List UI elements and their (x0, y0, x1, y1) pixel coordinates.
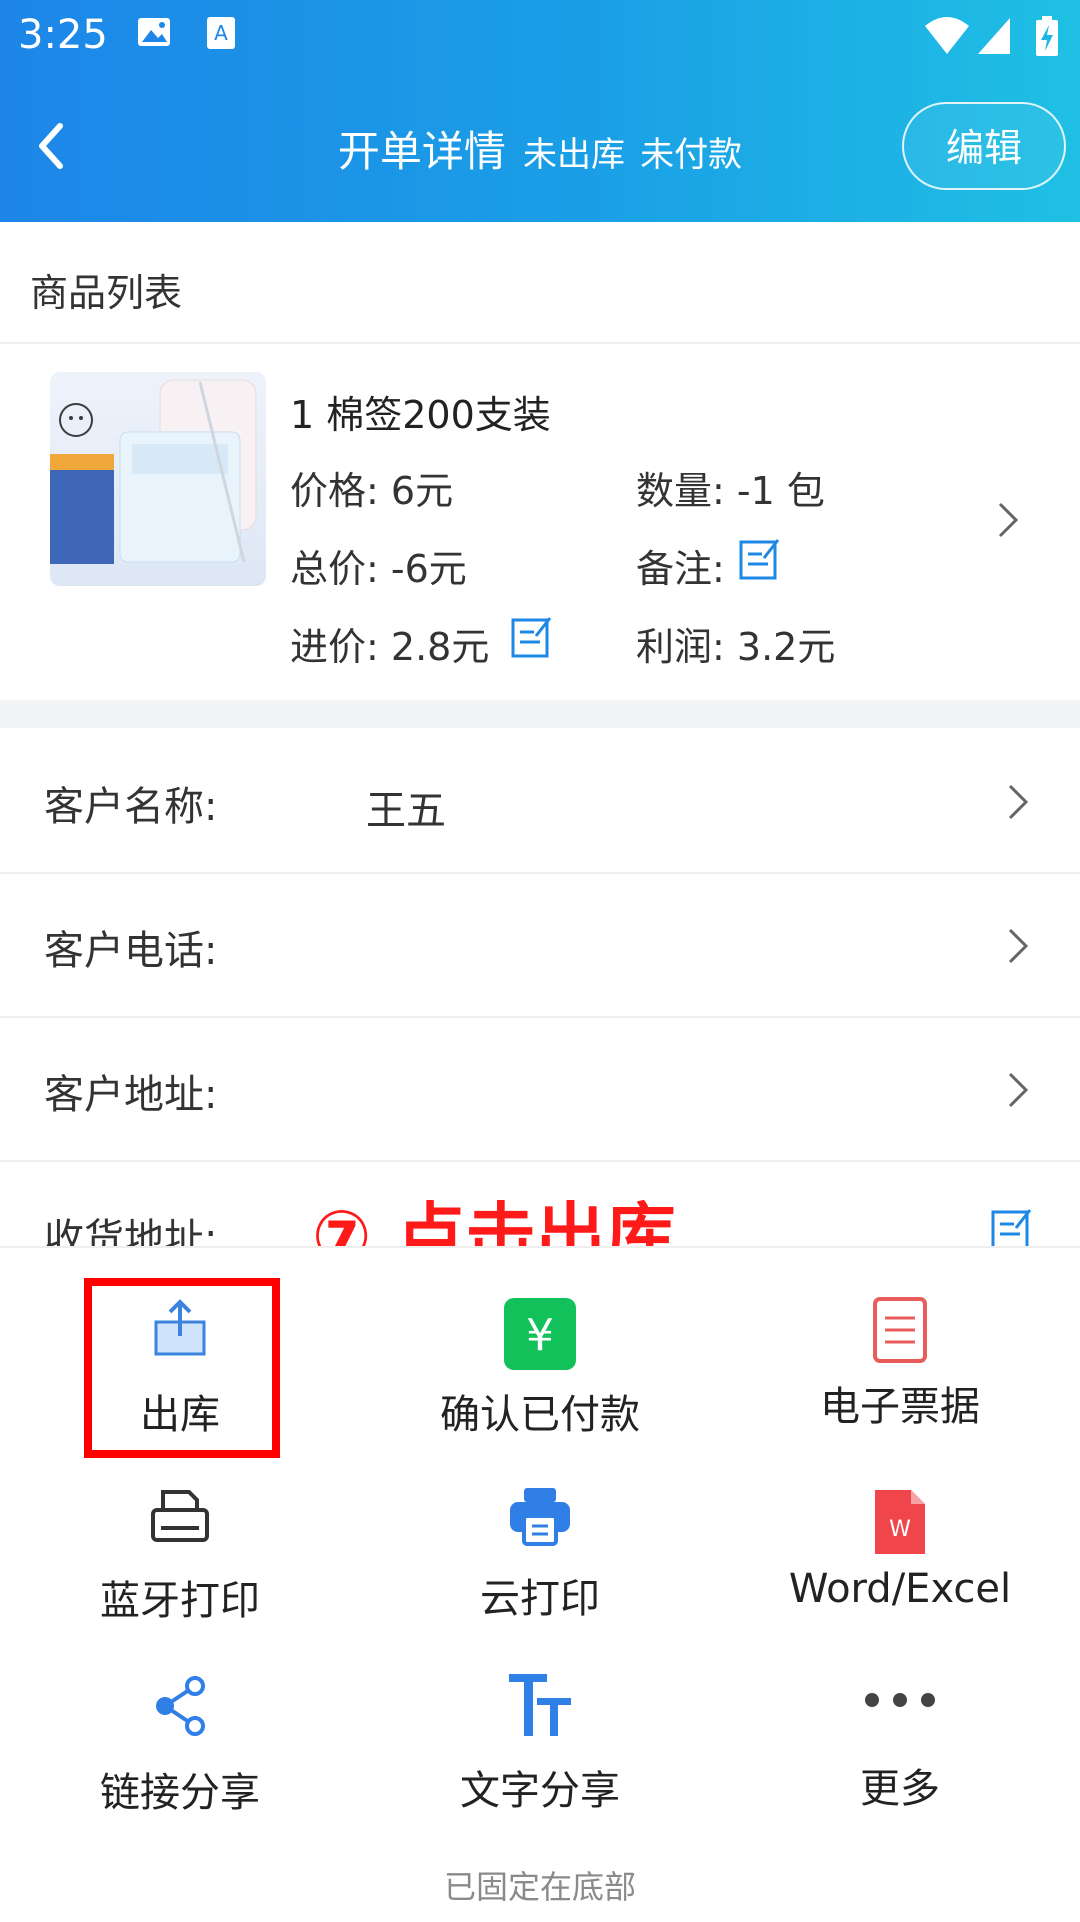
action-label: 文字分享 (460, 1768, 620, 1814)
product-quantity: 数量: -1 包 (636, 460, 825, 515)
chevron-right-icon[interactable] (1006, 926, 1030, 966)
share-icon (156, 1676, 205, 1736)
confirm-paid-button[interactable]: ¥ 确认已付款 (360, 1298, 720, 1440)
gallery-icon (138, 18, 170, 46)
cell-signal-icon (978, 18, 1010, 54)
text-share-button[interactable]: 文字分享 (360, 1672, 720, 1816)
total-label: 总价: (290, 547, 379, 591)
note-edit-icon[interactable] (738, 536, 782, 582)
link-share-button[interactable]: 链接分享 (0, 1676, 360, 1818)
app-notification-icon: A (207, 17, 235, 49)
action-label: Word/Excel (788, 1566, 1012, 1612)
page-title: 开单详情 (337, 127, 506, 176)
chevron-right-icon[interactable] (1006, 1070, 1030, 1110)
yuan-icon: ¥ (504, 1298, 576, 1370)
action-label: 电子票据 (820, 1384, 980, 1430)
total-value: -6元 (390, 547, 467, 591)
product-note: 备注: (636, 538, 725, 593)
printer-icon (151, 1490, 209, 1542)
shipping-edit-icon[interactable] (990, 1206, 1034, 1246)
cost-edit-icon[interactable] (510, 614, 554, 660)
qty-value: -1 包 (736, 469, 825, 513)
more-icon (865, 1693, 935, 1707)
battery-charging-icon (1036, 16, 1058, 56)
cost-value: 2.8元 (390, 625, 490, 669)
customer-name-label: 客户名称: (44, 784, 218, 830)
more-button[interactable]: 更多 (720, 1690, 1080, 1814)
action-label: 更多 (860, 1766, 940, 1812)
cost-label: 进价: (290, 625, 379, 669)
bluetooth-print-button[interactable]: 蓝牙打印 (0, 1488, 360, 1626)
status-time: 3:25 (18, 12, 108, 58)
profit-value: 3.2元 (736, 625, 836, 669)
product-name: 1 棉签200支装 (290, 393, 551, 437)
wifi-icon (925, 17, 969, 54)
app-header: 3:25 A 开单详情 未出库 未付款 编辑 (0, 0, 1080, 222)
action-label: 云打印 (480, 1576, 600, 1622)
wps-icon: W (875, 1490, 925, 1554)
receipt-icon (873, 1297, 927, 1363)
section-gap (0, 700, 1080, 728)
customer-name-value: 王五 (366, 788, 446, 834)
highlight-box (84, 1278, 280, 1458)
price-label: 价格: (290, 469, 379, 513)
svg-text:A: A (214, 21, 228, 45)
cloud-printer-icon (510, 1488, 570, 1546)
divider (0, 342, 1080, 344)
divider (0, 872, 1080, 874)
pinned-footnote: 已固定在底部 (443, 1868, 636, 1906)
e-receipt-button[interactable]: 电子票据 (720, 1296, 1080, 1432)
customer-address-label: 客户地址: (44, 1072, 218, 1118)
product-price: 价格: 6元 (290, 460, 453, 515)
qty-label: 数量: (636, 469, 725, 513)
svg-text:¥: ¥ (526, 1310, 554, 1361)
shipping-address-label: 收货地址: (44, 1216, 218, 1246)
action-label: 蓝牙打印 (100, 1578, 260, 1624)
note-label: 备注: (636, 547, 725, 591)
svg-text:W: W (889, 1517, 911, 1542)
product-profit: 利润: 3.2元 (636, 616, 835, 671)
product-total: 总价: -6元 (290, 538, 467, 593)
divider (0, 1016, 1080, 1018)
profit-label: 利润: (636, 625, 725, 669)
text-size-icon (509, 1674, 571, 1736)
action-label: 确认已付款 (440, 1392, 640, 1438)
chevron-right-icon[interactable] (996, 500, 1020, 540)
edit-button[interactable]: 编辑 (902, 102, 1066, 190)
stock-status: 未出库 (523, 135, 625, 175)
word-excel-button[interactable]: W Word/Excel (720, 1486, 1080, 1612)
action-label: 链接分享 (100, 1770, 260, 1816)
payment-status: 未付款 (640, 135, 743, 175)
cloud-print-button[interactable]: 云打印 (360, 1486, 720, 1624)
price-value: 6元 (390, 469, 454, 513)
product-image (50, 372, 266, 586)
product-cost: 进价: 2.8元 (290, 616, 489, 671)
chevron-right-icon[interactable] (1006, 782, 1030, 822)
customer-phone-label: 客户电话: (44, 928, 218, 974)
product-list-title: 商品列表 (30, 271, 183, 315)
status-bar: 3:25 A (0, 0, 1080, 76)
